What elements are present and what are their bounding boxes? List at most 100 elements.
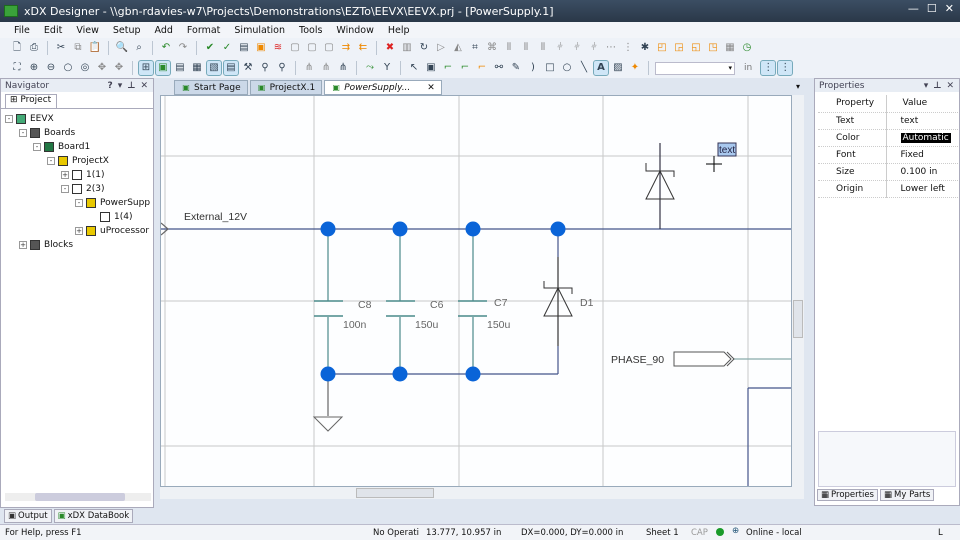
close-tab-icon[interactable]: ✕	[427, 83, 435, 93]
value-c6[interactable]: 150u	[415, 319, 439, 331]
tab-project[interactable]: ⊞ Project	[5, 94, 57, 108]
zoom-out-icon[interactable]: ⊖	[44, 61, 58, 75]
property-value[interactable]: Lower left	[886, 180, 958, 198]
pin-icon[interactable]: ✱	[638, 41, 652, 55]
canvas-vscroll[interactable]	[792, 95, 804, 487]
tools-icon[interactable]: ⚒	[241, 61, 255, 75]
pin-icon[interactable]: ⊥	[127, 81, 140, 91]
menu-help[interactable]: Help	[388, 25, 410, 36]
junction-dot[interactable]	[465, 221, 481, 237]
forward-icon[interactable]: ⇉	[339, 41, 353, 55]
tree-item[interactable]: - Board1	[5, 140, 153, 154]
hier-up-icon[interactable]: ⋔	[302, 61, 316, 75]
navigator-toggle-icon[interactable]: ⊞	[138, 60, 154, 76]
menu-view[interactable]: View	[76, 25, 99, 36]
redo-icon[interactable]: ↷	[176, 41, 190, 55]
ref-c6[interactable]: C6	[430, 299, 444, 311]
expand-toggle[interactable]: +	[61, 170, 69, 179]
property-value[interactable]: Fixed	[886, 146, 958, 164]
junction-dot[interactable]	[320, 366, 336, 382]
ref-d1[interactable]: D1	[580, 297, 594, 309]
zoom-area-icon[interactable]: ◎	[78, 61, 92, 75]
connector-icon[interactable]: ⚯	[492, 61, 506, 75]
block-icon[interactable]: ▣	[254, 41, 268, 55]
dropdown-icon[interactable]: ▾	[118, 81, 128, 91]
menu-format[interactable]: Format	[187, 25, 220, 36]
menu-add[interactable]: Add	[155, 25, 173, 36]
tab-my-parts[interactable]: ▦ My Parts	[880, 489, 935, 501]
select-net-icon[interactable]: ⤳	[363, 61, 377, 75]
find-icon[interactable]: 🔍	[115, 41, 129, 55]
maximize-button[interactable]: ☐	[927, 2, 937, 15]
search-part-icon[interactable]: ⚲	[275, 61, 289, 75]
send-backward-icon[interactable]: ◳	[706, 41, 720, 55]
sheet-copy-icon[interactable]: ▢	[305, 41, 319, 55]
delete-icon[interactable]: ✖	[383, 41, 397, 55]
value-c7[interactable]: 150u	[487, 319, 511, 331]
expand-toggle[interactable]: -	[61, 184, 69, 193]
rectangle-icon[interactable]: □	[543, 61, 557, 75]
tab-2[interactable]: ▣ PowerSupply... ✕	[324, 80, 442, 95]
menu-tools[interactable]: Tools	[299, 25, 322, 36]
tab-list-dropdown[interactable]: ▾	[796, 82, 800, 91]
waveform-icon[interactable]: ≋	[271, 41, 285, 55]
grid-icon[interactable]: ⋮	[760, 60, 777, 76]
paste-icon[interactable]: 📋	[88, 41, 102, 55]
bus-icon[interactable]: ⌐	[458, 61, 472, 75]
port-label-phase-90[interactable]: PHASE_90	[611, 354, 664, 366]
expand-toggle[interactable]: -	[5, 114, 13, 123]
net-label-external-12v[interactable]: External_12V	[184, 211, 247, 223]
align-center-icon[interactable]: ⫴	[519, 41, 533, 55]
zoom-fit-icon[interactable]: ⛶	[10, 61, 24, 75]
align-bottom-icon[interactable]: ⫩	[587, 41, 601, 55]
tree-item[interactable]: - Boards	[5, 126, 153, 140]
bring-forward-icon[interactable]: ◱	[689, 41, 703, 55]
hier-down-icon[interactable]: ⋔	[319, 61, 333, 75]
pan-icon[interactable]: ✥	[95, 61, 109, 75]
align-right-icon[interactable]: ⫴	[536, 41, 550, 55]
minimize-button[interactable]: —	[908, 2, 919, 15]
expand-toggle[interactable]: -	[33, 142, 41, 151]
distribute-icon[interactable]: ⋯	[604, 41, 618, 55]
start-page-toggle-icon[interactable]: ▣	[155, 60, 171, 76]
expand-toggle[interactable]: +	[19, 240, 27, 249]
tree-item[interactable]: - 2(3)	[5, 182, 153, 196]
menu-edit[interactable]: Edit	[44, 25, 62, 36]
tab-output[interactable]: ▣ Output	[4, 509, 52, 523]
expand-toggle[interactable]: -	[19, 128, 27, 137]
arrange-icon[interactable]: ▦	[723, 41, 737, 55]
binoculars-icon[interactable]: ⌕	[132, 41, 146, 55]
properties-icon[interactable]: ▥	[400, 41, 414, 55]
tree-item[interactable]: +1(1)	[5, 168, 153, 182]
tree-item[interactable]: - PowerSupp	[5, 196, 153, 210]
ref-c7[interactable]: C7	[494, 297, 508, 309]
net-icon[interactable]: ⌐	[441, 61, 455, 75]
expand-toggle[interactable]: -	[47, 156, 55, 165]
tree-item[interactable]: + Blocks	[5, 238, 153, 252]
bus-entry-icon[interactable]: ⌐	[475, 61, 489, 75]
flip-icon[interactable]: ▷	[434, 41, 448, 55]
circle-icon[interactable]: ○	[560, 61, 574, 75]
rotate-icon[interactable]: ↻	[417, 41, 431, 55]
place-component-icon[interactable]: ▣	[424, 61, 438, 75]
navigator-hscroll[interactable]	[5, 493, 151, 501]
property-value[interactable]: text	[886, 112, 958, 130]
expand-toggle[interactable]: -	[75, 198, 83, 207]
menu-simulation[interactable]: Simulation	[234, 25, 285, 36]
output-toggle-icon[interactable]: ▤	[173, 61, 187, 75]
property-value[interactable]: 0.100 in	[886, 163, 958, 181]
undo-icon[interactable]: ↶	[159, 41, 173, 55]
property-row[interactable]: Font Fixed	[818, 146, 958, 164]
databook-toggle-icon[interactable]: ▦	[190, 61, 204, 75]
new-icon[interactable]: 🗋	[10, 41, 24, 55]
close-icon[interactable]: ✕	[946, 81, 959, 91]
canvas-hscroll[interactable]	[160, 487, 804, 499]
help-icon[interactable]: ?	[107, 81, 117, 91]
expand-toggle[interactable]: +	[75, 226, 83, 235]
line-icon[interactable]: ╲	[577, 61, 591, 75]
dropdown-icon[interactable]: ▾	[924, 81, 934, 91]
annotation-icon[interactable]: ✦	[628, 61, 642, 75]
menu-setup[interactable]: Setup	[113, 25, 141, 36]
junction-dot[interactable]	[392, 221, 408, 237]
package-icon[interactable]: ✓	[220, 41, 234, 55]
